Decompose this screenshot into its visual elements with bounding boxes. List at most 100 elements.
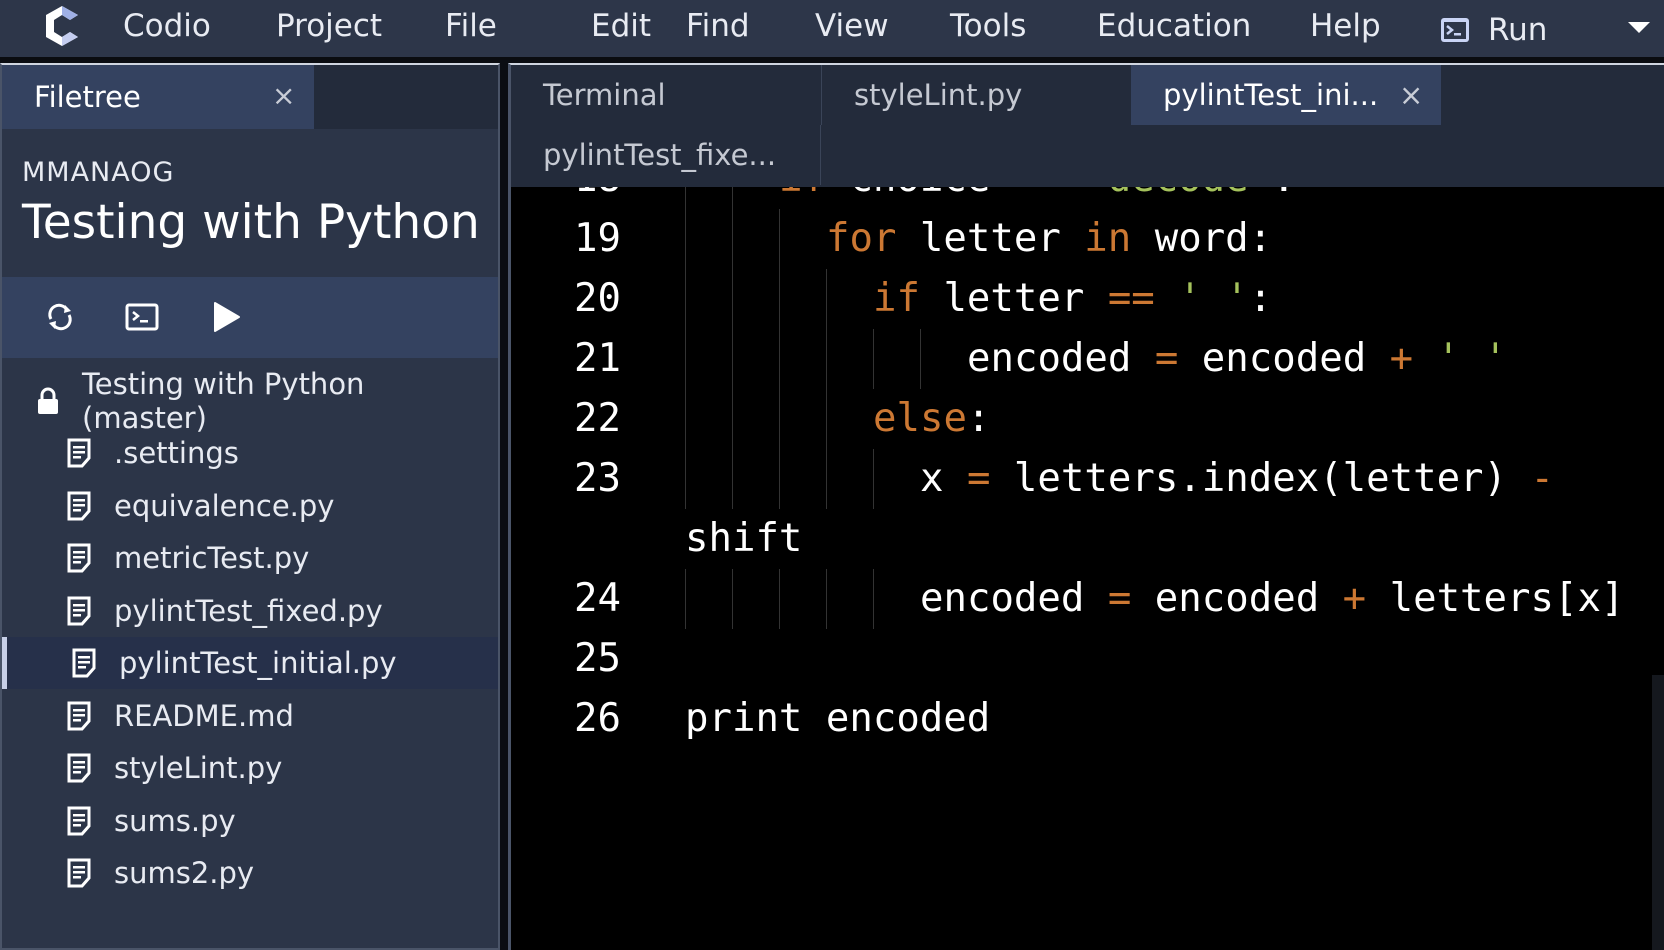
project-owner: MMANAOG bbox=[22, 157, 175, 188]
menu-find[interactable]: Find bbox=[686, 6, 750, 46]
file-item[interactable]: .settings bbox=[2, 427, 498, 479]
tab-stylelint[interactable]: styleLint.py bbox=[821, 65, 1131, 125]
code-line: shift bbox=[511, 509, 1664, 569]
code-token: encoded bbox=[1178, 336, 1390, 381]
code-token: encoded bbox=[967, 336, 1155, 381]
code-token: else bbox=[873, 396, 967, 441]
indent-guide bbox=[779, 269, 780, 329]
codio-logo-icon[interactable] bbox=[40, 4, 84, 48]
indent-guide bbox=[779, 569, 780, 629]
file-item[interactable]: pylintTest_initial.py bbox=[2, 637, 498, 689]
file-name: README.md bbox=[114, 698, 294, 733]
file-name: sums2.py bbox=[114, 856, 255, 890]
project-header: MMANAOG Testing with Python bbox=[2, 129, 498, 277]
code-token: for bbox=[826, 216, 897, 261]
code-text: shift bbox=[685, 509, 802, 569]
indent-guide bbox=[685, 209, 686, 269]
menu-view[interactable]: View bbox=[815, 6, 889, 46]
close-icon[interactable]: × bbox=[1399, 78, 1423, 112]
line-number: 24 bbox=[574, 576, 621, 621]
line-number: 22 bbox=[574, 396, 621, 441]
menu-bar: Codio Project File Edit Find View Tools … bbox=[0, 0, 1664, 60]
close-icon[interactable]: × bbox=[272, 79, 295, 112]
file-item[interactable]: README.md bbox=[2, 690, 498, 742]
code-text: if letter == ' ': bbox=[873, 269, 1272, 329]
line-number: 23 bbox=[574, 456, 621, 501]
filetree-tabbar: Filetree × bbox=[2, 65, 498, 129]
file-item[interactable]: styleLint.py bbox=[2, 742, 498, 794]
code-token: letter bbox=[919, 276, 1108, 321]
terminal-icon bbox=[1441, 18, 1469, 42]
file-icon bbox=[67, 806, 91, 835]
refresh-icon[interactable] bbox=[42, 299, 78, 335]
file-item[interactable]: metricTest.py bbox=[2, 532, 498, 584]
file-icon bbox=[67, 858, 91, 888]
code-token: : bbox=[966, 396, 991, 441]
code-token: + bbox=[1389, 336, 1414, 381]
indent-guide bbox=[779, 329, 780, 389]
code-token: if bbox=[873, 276, 920, 321]
line-number: 19 bbox=[574, 216, 621, 261]
lock-icon bbox=[38, 387, 58, 414]
code-text: x = letters.index(letter) - bbox=[920, 449, 1554, 509]
file-icon bbox=[67, 701, 91, 730]
menu-project[interactable]: Project bbox=[276, 6, 382, 46]
tab-filetree[interactable]: Filetree bbox=[2, 65, 314, 129]
file-item[interactable]: sums.py bbox=[2, 795, 498, 847]
code-line: 22 else: bbox=[511, 389, 1664, 449]
code-token: + bbox=[1342, 576, 1367, 621]
code-line: 25 bbox=[511, 629, 1664, 689]
file-icon bbox=[67, 543, 91, 573]
code-token: - bbox=[1530, 456, 1554, 501]
code-line: 24 encoded = encoded + letters[x] bbox=[511, 569, 1664, 629]
file-icon bbox=[72, 648, 96, 678]
indent-guide bbox=[685, 449, 686, 509]
file-item[interactable]: sums2.py bbox=[2, 847, 498, 899]
code-token: word: bbox=[1131, 216, 1273, 261]
code-token: = bbox=[1154, 336, 1179, 381]
run-label: Run bbox=[1488, 12, 1548, 48]
tab-label: pylintTest_ini... bbox=[1163, 78, 1379, 112]
tab-terminal[interactable]: Terminal bbox=[511, 65, 821, 125]
tab-pylinttest-initial[interactable]: pylintTest_ini... × bbox=[1131, 65, 1441, 125]
indent-guide bbox=[873, 329, 874, 389]
menu-tools[interactable]: Tools bbox=[950, 6, 1026, 46]
code-token: = bbox=[966, 456, 991, 501]
terminal-icon[interactable] bbox=[124, 299, 160, 335]
project-title: Testing with Python bbox=[22, 195, 480, 250]
indent-guide bbox=[732, 569, 733, 629]
indent-guide bbox=[826, 329, 827, 389]
editor-panel: Terminal styleLint.py pylintTest_ini... ×… bbox=[508, 63, 1664, 950]
tab-label: Terminal bbox=[543, 78, 666, 112]
tab-pylinttest-fixed[interactable]: pylintTest_fixe... bbox=[511, 125, 821, 185]
code-text: encoded = encoded + letters[x] bbox=[920, 569, 1624, 629]
tree-root[interactable]: Testing with Python (master) bbox=[2, 367, 498, 435]
menu-edit[interactable]: Edit bbox=[591, 6, 651, 46]
indent-guide bbox=[826, 269, 827, 329]
play-icon[interactable] bbox=[208, 299, 244, 335]
run-button[interactable]: Run bbox=[1440, 10, 1547, 50]
code-line: 20 if letter == ' ': bbox=[511, 269, 1664, 329]
indent-guide bbox=[826, 389, 827, 449]
code-token: encoded bbox=[920, 576, 1108, 621]
menu-education[interactable]: Education bbox=[1097, 6, 1251, 46]
code-token: shift bbox=[685, 516, 803, 561]
indent-guide bbox=[685, 569, 686, 629]
indent-guide bbox=[873, 569, 874, 629]
file-item[interactable]: pylintTest_fixed.py bbox=[2, 585, 498, 637]
menu-codio[interactable]: Codio bbox=[123, 6, 211, 46]
line-number: 21 bbox=[574, 336, 621, 381]
file-item[interactable]: equivalence.py bbox=[2, 480, 498, 532]
indent-guide bbox=[826, 569, 827, 629]
file-icon bbox=[67, 491, 91, 520]
line-number: 26 bbox=[574, 696, 621, 741]
indent-guide bbox=[685, 329, 686, 389]
menu-help[interactable]: Help bbox=[1310, 6, 1381, 46]
run-dropdown-caret-icon[interactable] bbox=[1628, 22, 1650, 33]
menu-file[interactable]: File bbox=[445, 6, 497, 46]
tab-label: pylintTest_fixe... bbox=[543, 138, 777, 172]
indent-guide bbox=[732, 449, 733, 509]
scrollbar[interactable] bbox=[1652, 675, 1664, 950]
